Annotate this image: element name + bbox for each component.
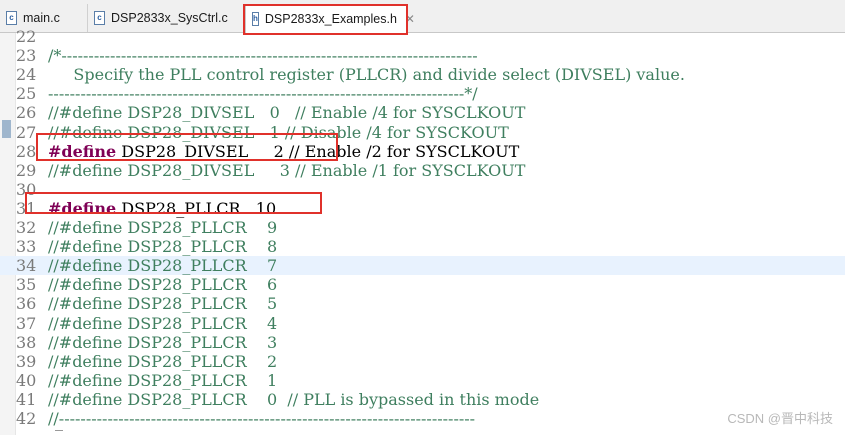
c-file-icon: c <box>94 11 105 25</box>
code-line[interactable]: 25 --------------------------------------… <box>0 84 845 103</box>
tab-label: main.c <box>23 11 60 25</box>
define-body: DSP28_DIVSEL 2 // Enable /2 for SYSCLKOU… <box>116 141 520 161</box>
define-body: DSP28_PLLCR 10 <box>116 198 277 218</box>
line-number: 31 <box>16 198 37 218</box>
line-number: 27 <box>16 122 37 142</box>
code-text: //#define DSP28_PLLCR 7 <box>48 256 278 276</box>
line-number: 33 <box>16 237 37 257</box>
c-file-icon: c <box>6 11 17 25</box>
code-line[interactable]: 40 //#define DSP28_PLLCR 1 <box>0 371 845 390</box>
code-text: //#define DSP28_PLLCR 9 <box>48 218 278 237</box>
code-text: //#define DSP28_PLLCR 8 <box>48 237 278 257</box>
code-line[interactable]: 28 #define DSP28_DIVSEL 2 // Enable /2 fo… <box>0 142 845 161</box>
line-number: 28 <box>16 141 37 161</box>
code-text: //#define DSP28_PLLCR 6 <box>48 275 278 295</box>
code-text: //#define DSP28_DIVSEL 1 // Disable /4 f… <box>48 122 509 142</box>
code-line[interactable]: 42 //------------------------------------… <box>0 409 845 428</box>
code-text: //#define DSP28_DIVSEL 3 // Enable /1 fo… <box>48 160 526 180</box>
line-number: 42 <box>16 409 37 428</box>
code-editor[interactable]: 22 23 /*----------------------------------… <box>0 27 845 435</box>
code-line[interactable]: 38 //#define DSP28_PLLCR 3 <box>0 333 845 352</box>
code-line[interactable]: 23 /*------------------------------------… <box>0 46 845 65</box>
code-text: #define DSP28_PLLCR 10 <box>48 199 276 218</box>
code-text: //#define DSP28_PLLCR 2 <box>48 351 278 371</box>
code-text: //#define DSP28_PLLCR 3 <box>48 332 278 352</box>
code-line[interactable]: 26 //#define DSP28_DIVSEL 0 // Enable /4 … <box>0 103 845 122</box>
line-number: 38 <box>16 332 37 352</box>
code-text: Specify the PLL control register (PLLCR)… <box>48 65 685 85</box>
code-line[interactable]: 22 <box>0 27 845 46</box>
code-line[interactable]: 34 //#define DSP28_PLLCR 7 <box>0 256 845 276</box>
code-line[interactable]: 24 Specify the PLL control register (PLL… <box>0 65 845 84</box>
code-text: //#define DSP28_PLLCR 0 // PLL is bypass… <box>48 389 540 409</box>
line-number: 35 <box>16 275 37 295</box>
line-number: 26 <box>16 103 37 123</box>
code-text: /*--------------------------------------… <box>48 46 478 66</box>
define-keyword: #define <box>48 141 117 161</box>
line-number: 30 <box>16 179 37 199</box>
code-line[interactable]: 32 //#define DSP28_PLLCR 9 <box>0 218 845 237</box>
code-text: ----------------------------------------… <box>48 84 478 104</box>
line-number: 32 <box>16 218 37 237</box>
line-number: 23 <box>16 46 37 66</box>
code-line[interactable]: 41 //#define DSP28_PLLCR 0 // PLL is bypa… <box>0 390 845 409</box>
line-number: 34 <box>16 256 37 276</box>
h-file-icon: h <box>252 12 259 26</box>
code-line[interactable]: 33 //#define DSP28_PLLCR 8 <box>0 237 845 256</box>
line-number: 29 <box>16 160 37 180</box>
code-text: //#define DSP28_DIVSEL 0 // Enable /4 fo… <box>48 103 526 123</box>
code-text: //#define DSP28_PLLCR 4 <box>48 313 278 333</box>
line-number: 41 <box>16 389 37 409</box>
code-line[interactable]: 37 //#define DSP28_PLLCR 4 <box>0 314 845 333</box>
code-text: //#define DSP28_PLLCR 1 <box>48 370 278 390</box>
code-line[interactable]: 35 //#define DSP28_PLLCR 6 <box>0 275 845 294</box>
tab-label: DSP2833x_SysCtrl.c <box>111 11 228 25</box>
code-text: #define DSP28_DIVSEL 2 // Enable /2 for … <box>48 142 519 161</box>
close-icon[interactable]: ✕ <box>405 12 415 26</box>
line-number: 22 <box>16 27 37 46</box>
code-line[interactable]: 30 <box>0 180 845 199</box>
line-number: 40 <box>16 370 37 390</box>
code-line[interactable]: 39 //#define DSP28_PLLCR 2 <box>0 352 845 371</box>
code-line[interactable]: 27 //#define DSP28_DIVSEL 1 // Disable /4… <box>0 123 845 142</box>
line-number: 25 <box>16 84 37 104</box>
line-number: 37 <box>16 313 37 333</box>
line-number: 24 <box>16 65 37 85</box>
line-number: 39 <box>16 351 37 371</box>
define-keyword: #define <box>48 198 117 218</box>
code-text: //#define DSP28_PLLCR 5 <box>48 294 278 314</box>
watermark: CSDN @晋中科技 <box>727 411 833 426</box>
horizontal-scrollbar-tick <box>55 430 63 435</box>
code-line[interactable]: 36 //#define DSP28_PLLCR 5 <box>0 294 845 313</box>
line-number: 36 <box>16 294 37 314</box>
tab-label: DSP2833x_Examples.h <box>264 12 397 26</box>
code-text: //--------------------------------------… <box>48 409 476 428</box>
code-line[interactable]: 29 //#define DSP28_DIVSEL 3 // Enable /1 … <box>0 161 845 180</box>
code-line[interactable]: 31 #define DSP28_PLLCR 10 <box>0 199 845 218</box>
